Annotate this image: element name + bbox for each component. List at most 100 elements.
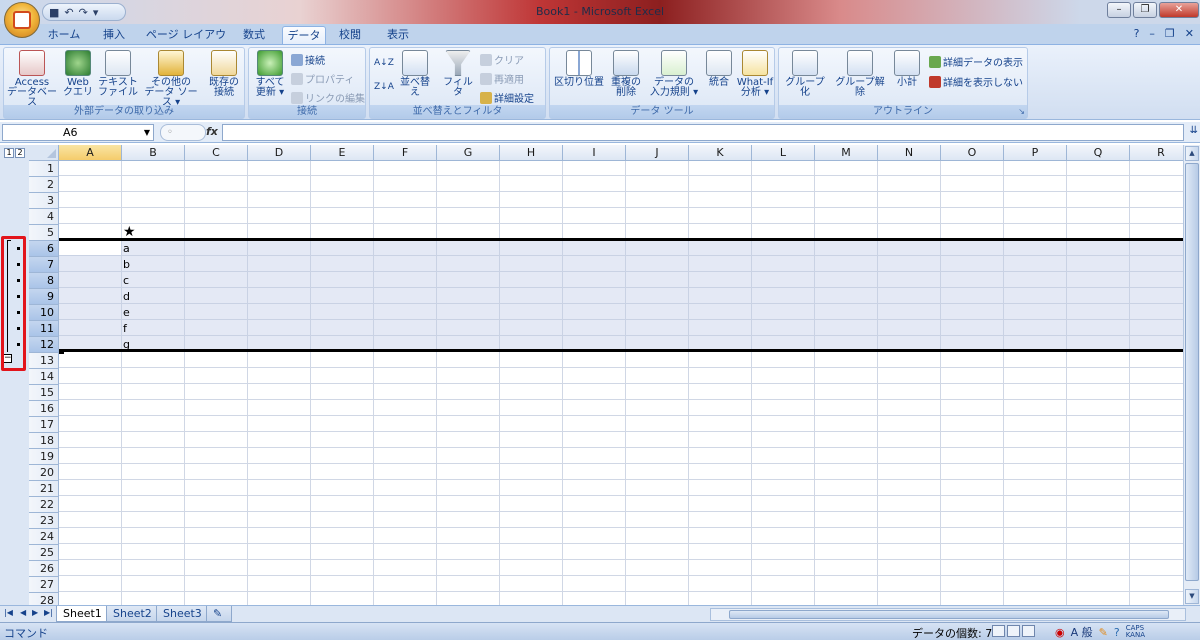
ime-icon[interactable]: ◉	[1055, 626, 1065, 639]
other-sources-button[interactable]: その他の データ ソース ▾	[140, 50, 202, 108]
first-sheet-icon[interactable]: |◀	[4, 608, 13, 617]
vertical-scrollbar[interactable]: ▲ ▼	[1183, 145, 1200, 605]
cell-b7[interactable]: b	[123, 258, 130, 271]
cell-b9[interactable]: d	[123, 290, 130, 303]
row-header-27[interactable]: 27	[29, 577, 59, 593]
tab-page-layout[interactable]: ページ レイアウト	[144, 26, 228, 58]
name-box[interactable]: A6 ▼	[2, 124, 154, 141]
cell-b5[interactable]: ★	[123, 224, 136, 240]
cell-b6[interactable]: a	[123, 242, 130, 255]
row-header-25[interactable]: 25	[29, 545, 59, 561]
page-layout-view-icon[interactable]	[1007, 625, 1020, 637]
workbook-minimize-icon[interactable]: –	[1149, 27, 1155, 40]
help-icon[interactable]: ?	[1134, 27, 1140, 40]
row-header-8[interactable]: 8	[29, 273, 59, 289]
column-header-j[interactable]: J	[626, 145, 689, 161]
row-header-20[interactable]: 20	[29, 465, 59, 481]
outline-level-1-button[interactable]: 1	[4, 148, 14, 158]
scroll-down-button[interactable]: ▼	[1185, 589, 1199, 604]
expand-formula-bar-icon[interactable]: ⇊	[1190, 125, 1198, 136]
row-header-11[interactable]: 11	[29, 321, 59, 337]
column-header-g[interactable]: G	[437, 145, 500, 161]
column-header-k[interactable]: K	[689, 145, 752, 161]
row-header-9[interactable]: 9	[29, 289, 59, 305]
column-header-m[interactable]: M	[815, 145, 878, 161]
row-header-24[interactable]: 24	[29, 529, 59, 545]
tab-view[interactable]: 表示	[380, 26, 416, 44]
column-header-n[interactable]: N	[878, 145, 941, 161]
row-header-15[interactable]: 15	[29, 385, 59, 401]
page-break-view-icon[interactable]	[1022, 625, 1035, 637]
row-header-18[interactable]: 18	[29, 433, 59, 449]
outline-level-2-button[interactable]: 2	[15, 148, 25, 158]
remove-duplicates-button[interactable]: 重複の 削除	[608, 50, 644, 98]
vertical-scroll-thumb[interactable]	[1185, 163, 1199, 581]
column-header-d[interactable]: D	[248, 145, 311, 161]
fill-handle[interactable]	[59, 349, 64, 354]
column-header-a[interactable]: A	[59, 145, 122, 161]
insert-sheet-icon[interactable]: ✎	[206, 606, 232, 622]
active-cell-a6[interactable]	[59, 240, 121, 255]
horizontal-scrollbar[interactable]	[710, 608, 1186, 621]
ungroup-button[interactable]: グループ解除	[831, 50, 889, 98]
scroll-up-button[interactable]: ▲	[1185, 146, 1199, 161]
filter-button[interactable]: フィルタ	[440, 50, 476, 98]
column-header-c[interactable]: C	[185, 145, 248, 161]
sheet-tab-2[interactable]: Sheet2	[106, 606, 159, 622]
hide-detail-button[interactable]: 詳細を表示しない	[929, 74, 1023, 89]
clear-button[interactable]: クリア	[480, 52, 524, 67]
row-header-5[interactable]: 5	[29, 225, 59, 241]
row-header-10[interactable]: 10	[29, 305, 59, 321]
cell-b8[interactable]: c	[123, 274, 129, 287]
edit-links-button[interactable]: リンクの編集	[291, 90, 365, 105]
column-header-o[interactable]: O	[941, 145, 1004, 161]
existing-connections-button[interactable]: 既存の 接続	[204, 50, 244, 98]
column-header-h[interactable]: H	[500, 145, 563, 161]
row-header-6[interactable]: 6	[29, 241, 59, 257]
cell-b12[interactable]: g	[123, 338, 130, 351]
next-sheet-icon[interactable]: ▶	[32, 608, 38, 617]
row-header-13[interactable]: 13	[29, 353, 59, 369]
row-header-4[interactable]: 4	[29, 209, 59, 225]
row-header-1[interactable]: 1	[29, 161, 59, 177]
sort-za-button[interactable]: Z↓A	[374, 82, 394, 92]
group-button[interactable]: グループ化	[781, 50, 829, 98]
column-header-p[interactable]: P	[1004, 145, 1067, 161]
dialog-launcher-icon[interactable]: ↘	[1018, 107, 1025, 116]
tab-review[interactable]: 校閲	[332, 26, 368, 44]
web-query-button[interactable]: Web クエリ	[60, 50, 96, 98]
column-header-b[interactable]: B	[122, 145, 185, 161]
access-button[interactable]: Access データベース	[6, 50, 58, 108]
cell-b10[interactable]: e	[123, 306, 130, 319]
help-icon[interactable]: ?	[1114, 626, 1120, 639]
column-header-l[interactable]: L	[752, 145, 815, 161]
tab-formulas[interactable]: 数式	[236, 26, 272, 44]
chevron-down-icon[interactable]: ▼	[144, 125, 150, 140]
workbook-close-icon[interactable]: ✕	[1185, 27, 1194, 40]
properties-button[interactable]: プロパティ	[291, 71, 354, 86]
row-header-17[interactable]: 17	[29, 417, 59, 433]
maximize-button[interactable]: ❐	[1133, 2, 1157, 18]
consolidate-button[interactable]: 統合	[704, 50, 734, 88]
sheet-tab-1[interactable]: Sheet1	[56, 606, 109, 622]
close-button[interactable]: ✕	[1159, 2, 1199, 18]
row-header-7[interactable]: 7	[29, 257, 59, 273]
sheet-tab-3[interactable]: Sheet3	[156, 606, 209, 622]
prev-sheet-icon[interactable]: ◀	[20, 608, 26, 617]
select-all-button[interactable]	[29, 145, 59, 161]
row-header-16[interactable]: 16	[29, 401, 59, 417]
row-header-26[interactable]: 26	[29, 561, 59, 577]
data-validation-button[interactable]: データの 入力規則 ▾	[646, 50, 702, 98]
refresh-all-button[interactable]: すべて 更新 ▾	[251, 50, 289, 98]
row-header-2[interactable]: 2	[29, 177, 59, 193]
text-file-button[interactable]: テキスト ファイル	[98, 50, 138, 98]
row-header-14[interactable]: 14	[29, 369, 59, 385]
row-header-3[interactable]: 3	[29, 193, 59, 209]
sort-button[interactable]: 並べ替え	[396, 50, 434, 98]
text-to-columns-button[interactable]: 区切り位置	[552, 50, 606, 88]
cell-b11[interactable]: f	[123, 322, 127, 335]
column-header-q[interactable]: Q	[1067, 145, 1130, 161]
column-header-e[interactable]: E	[311, 145, 374, 161]
column-header-i[interactable]: I	[563, 145, 626, 161]
tab-insert[interactable]: 挿入	[96, 26, 132, 44]
